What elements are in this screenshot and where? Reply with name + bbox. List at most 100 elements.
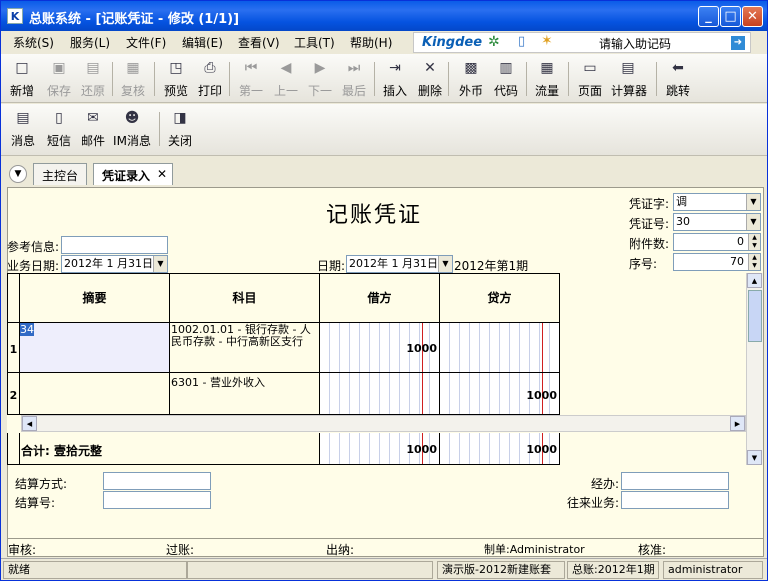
save-button[interactable]: ▣ 保存 <box>42 58 76 100</box>
seq-value: 70 <box>730 255 744 268</box>
cashflow-button[interactable]: ▦ 流量 <box>530 58 564 100</box>
date-select[interactable]: 2012年 1 月31日 ▼ <box>346 255 453 273</box>
next-button[interactable]: ▶ 下一 <box>303 58 337 100</box>
delete-icon: ✕ <box>424 60 436 76</box>
vertical-scrollbar[interactable]: ▲ ▼ <box>746 273 763 465</box>
minimize-button[interactable]: _ <box>698 6 719 27</box>
menu-help[interactable]: 帮助(H) <box>350 34 392 51</box>
spin-up-icon[interactable]: ▲ <box>748 234 760 242</box>
voucher-grid: 摘要 科目 借方 贷方 1 34 1002.01.01 - 银行存款 - 人民币… <box>7 273 746 465</box>
credit-cell[interactable]: 1000 <box>440 373 560 415</box>
delete-button[interactable]: ✕ 删除 <box>413 58 447 100</box>
header-summary: 摘要 <box>20 273 170 323</box>
status-account-set: 演示版-2012新建账套 <box>437 561 565 579</box>
go-arrow-icon[interactable]: ➜ <box>731 36 745 50</box>
scroll-down-icon[interactable]: ▼ <box>747 450 762 465</box>
prev-button[interactable]: ◀ 上一 <box>269 58 303 100</box>
word-select[interactable]: 调 ▼ <box>673 193 761 211</box>
calculator-button[interactable]: ▤ 计算器 <box>611 58 647 100</box>
horizontal-scrollbar[interactable]: ◀ ▶ <box>21 415 746 432</box>
tab-voucher-entry[interactable]: 凭证录入 ✕ <box>93 163 174 185</box>
settle-no-input[interactable] <box>103 491 211 509</box>
mnemonic-input[interactable]: 请输入助记码 <box>599 35 671 52</box>
biz-date-label: 业务日期: <box>7 259 60 273</box>
page-button[interactable]: ▭ 页面 <box>573 58 607 100</box>
debit-cell[interactable]: 1000 <box>320 323 440 373</box>
review-label: 复核 <box>120 84 145 98</box>
new-button[interactable]: □ 新增 <box>5 58 39 100</box>
people-icon: ✲ <box>488 34 500 50</box>
menu-system[interactable]: 系统(S) <box>13 34 54 51</box>
summary-cell[interactable] <box>20 373 170 415</box>
biz-date-select[interactable]: 2012年 1 月31日 ▼ <box>61 255 168 273</box>
summary-cell[interactable]: 34 <box>20 323 170 373</box>
spin-down-icon[interactable]: ▼ <box>748 262 760 270</box>
menu-edit[interactable]: 编辑(E) <box>182 34 223 51</box>
new-label: 新增 <box>9 84 34 98</box>
review-button[interactable]: ▦ 复核 <box>116 58 150 100</box>
im-message-button[interactable]: ☻ IM消息 <box>112 108 152 150</box>
toolbar-separator <box>374 62 375 96</box>
status-user: administrator <box>663 561 763 579</box>
number-select[interactable]: 30 ▼ <box>673 213 761 231</box>
menu-service[interactable]: 服务(L) <box>70 34 110 51</box>
spin-up-icon[interactable]: ▲ <box>748 254 760 262</box>
spin-down-icon[interactable]: ▼ <box>748 242 760 250</box>
ref-input[interactable] <box>61 236 168 254</box>
scroll-thumb[interactable] <box>748 290 762 342</box>
maximize-button[interactable]: □ <box>720 6 741 27</box>
close-window-button[interactable]: ✕ <box>742 6 763 27</box>
chevron-down-icon[interactable]: ▼ <box>9 165 27 183</box>
settle-method-input[interactable] <box>103 472 211 490</box>
account-cell[interactable]: 1002.01.01 - 银行存款 - 人民币存款 - 中行高新区支行 <box>170 323 320 373</box>
message-button[interactable]: ▤ 消息 <box>6 108 40 150</box>
close-tab-icon[interactable]: ✕ <box>157 167 167 181</box>
sms-label: 短信 <box>46 134 71 148</box>
jump-button[interactable]: ⬅ 跳转 <box>661 58 695 100</box>
toolbar-separator <box>154 62 155 96</box>
scroll-up-icon[interactable]: ▲ <box>747 273 762 288</box>
print-label: 打印 <box>197 84 222 98</box>
currency-button[interactable]: ▩ 外币 <box>454 58 488 100</box>
first-icon: ⏮ <box>244 60 258 76</box>
calculator-icon: ▤ <box>621 60 635 76</box>
preview-button[interactable]: ◳ 预览 <box>159 58 193 100</box>
insert-button[interactable]: ⇥ 插入 <box>378 58 412 100</box>
save-label: 保存 <box>46 84 71 98</box>
account-cell[interactable]: 6301 - 营业外收入 <box>170 373 320 415</box>
maker-label: 制单:Administrator <box>484 543 585 556</box>
print-button[interactable]: ⎙ 打印 <box>193 58 227 100</box>
tab-console[interactable]: 主控台 <box>33 163 88 185</box>
new-icon: □ <box>15 60 29 76</box>
delete-label: 删除 <box>417 84 442 98</box>
seq-spinner[interactable]: 70 ▲ ▼ <box>673 253 761 271</box>
scroll-left-icon[interactable]: ◀ <box>22 416 37 431</box>
audit-label: 审核: <box>8 543 37 557</box>
voucher-title: 记账凭证 <box>326 203 423 228</box>
total-row-marker <box>7 433 20 465</box>
attach-spinner[interactable]: 0 ▲ ▼ <box>673 233 761 251</box>
handler-input[interactable] <box>621 472 729 490</box>
scroll-right-icon[interactable]: ▶ <box>730 416 745 431</box>
revert-button[interactable]: ▤ 还原 <box>76 58 110 100</box>
close-button[interactable]: ◨ 关闭 <box>163 108 197 150</box>
app-window: K 总账系统 - [记账凭证 - 修改 (1/1)] _ □ ✕ 系统(S) 服… <box>0 0 768 581</box>
title-bar[interactable]: K 总账系统 - [记账凭证 - 修改 (1/1)] _ □ ✕ <box>1 1 767 31</box>
menu-view[interactable]: 查看(V) <box>238 34 280 51</box>
total-label: 合计: 壹拾元整 <box>20 433 320 465</box>
debit-amount: 1000 <box>406 342 437 355</box>
email-button[interactable]: ✉ 邮件 <box>76 108 110 150</box>
first-button[interactable]: ⏮ 第一 <box>234 58 268 100</box>
debit-cell[interactable] <box>320 373 440 415</box>
total-credit: 1000 <box>526 443 557 456</box>
menu-tools[interactable]: 工具(T) <box>294 34 335 51</box>
credit-cell[interactable] <box>440 323 560 373</box>
dropdown-arrow-icon: ▼ <box>746 214 760 230</box>
sms-button[interactable]: ▯ 短信 <box>42 108 76 150</box>
review-icon: ▦ <box>126 60 140 76</box>
partner-input[interactable] <box>621 491 729 509</box>
last-button[interactable]: ⏭ 最后 <box>337 58 371 100</box>
brand-search-bar: Kingdee ✲ ▯ ✶ 请输入助记码 ➜ <box>413 32 751 53</box>
code-button[interactable]: ▥ 代码 <box>489 58 523 100</box>
menu-file[interactable]: 文件(F) <box>126 34 166 51</box>
